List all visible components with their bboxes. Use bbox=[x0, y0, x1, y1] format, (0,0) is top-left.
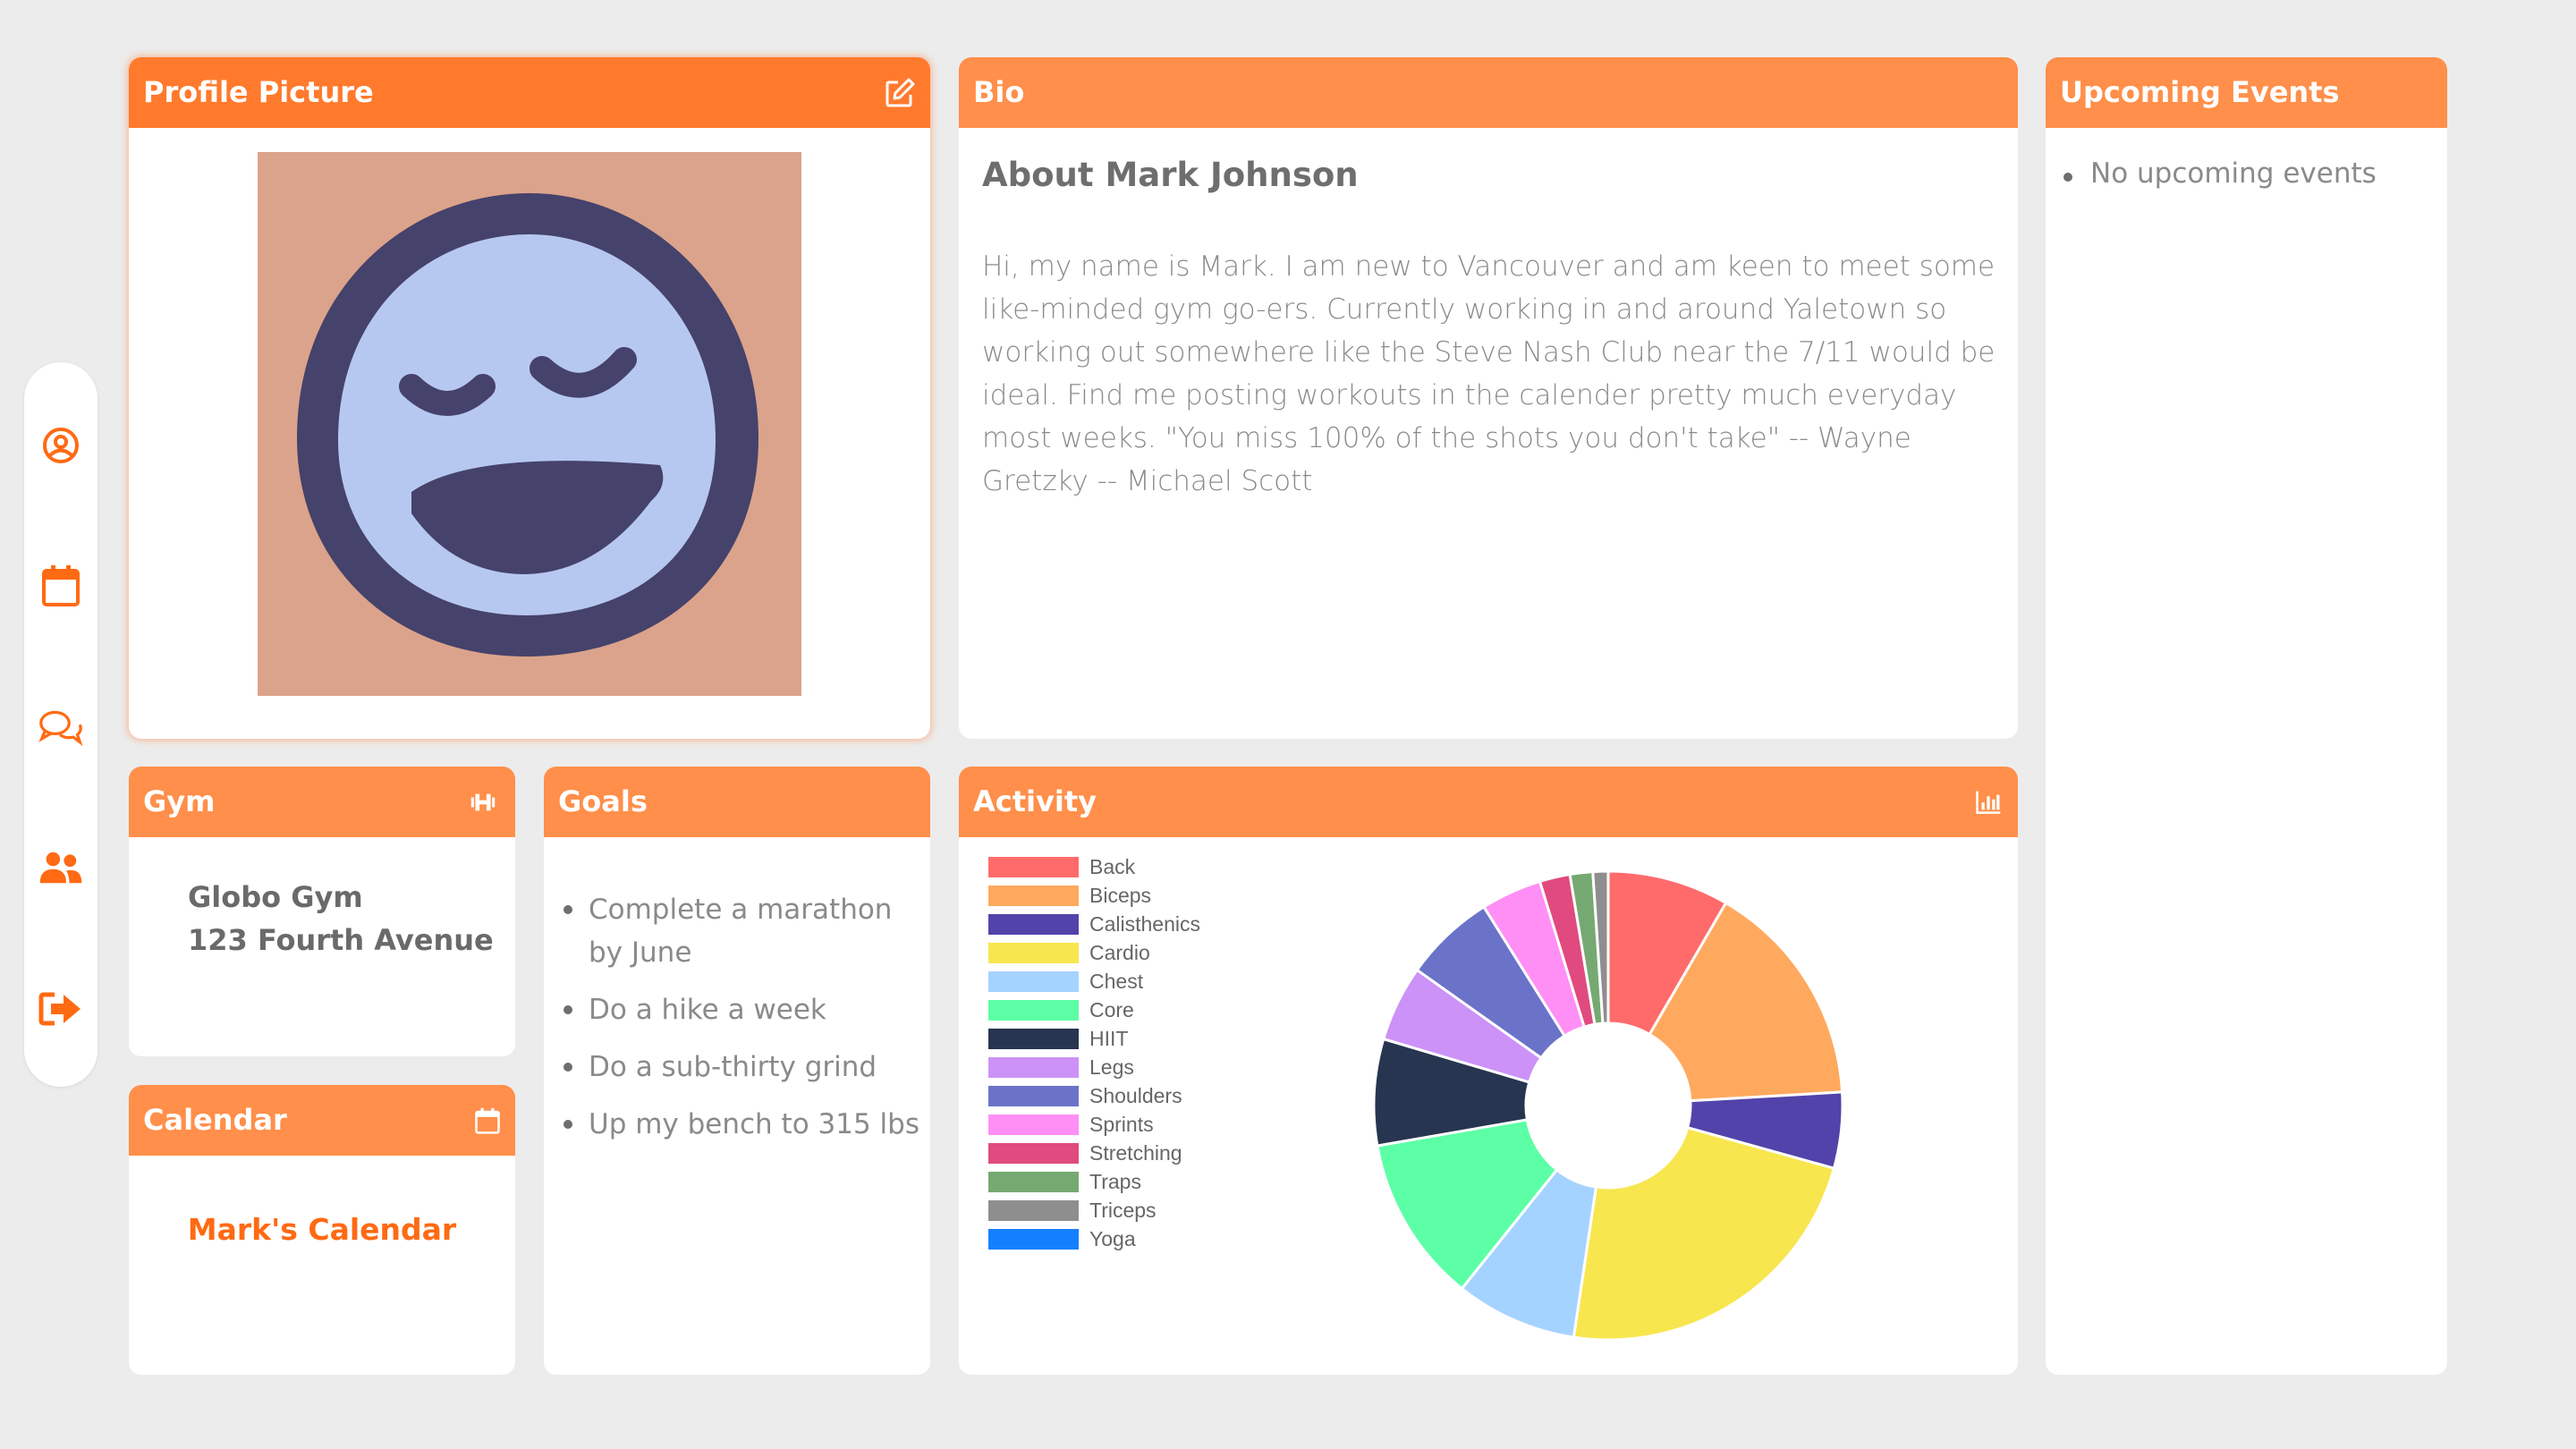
chat-bubbles-icon bbox=[38, 710, 83, 747]
sidebar-item-messages[interactable] bbox=[38, 705, 83, 750]
activity-card: Activity Back Biceps Calisthenics Cardio Che… bbox=[959, 767, 2018, 1375]
legend-label: Traps bbox=[1089, 1170, 1141, 1193]
legend-swatch[interactable] bbox=[988, 1143, 1079, 1164]
sidebar-item-calendar[interactable] bbox=[38, 564, 83, 608]
calendar-header: Calendar bbox=[129, 1085, 515, 1156]
legend-swatch[interactable] bbox=[988, 1000, 1079, 1021]
bar-chart-icon[interactable] bbox=[1973, 789, 2004, 816]
list-item: Do a hike a week bbox=[562, 988, 919, 1031]
bio-text: Hi, my name is Mark. I am new to Vancouv… bbox=[982, 250, 1996, 497]
list-item: Complete a marathon by June bbox=[562, 888, 919, 974]
legend-label: Calisthenics bbox=[1089, 912, 1200, 936]
edit-icon[interactable] bbox=[884, 77, 916, 109]
legend-label: Legs bbox=[1089, 1055, 1134, 1079]
sidebar-item-profile[interactable] bbox=[38, 423, 83, 468]
calendar-icon bbox=[42, 565, 80, 606]
activity-title: Activity bbox=[973, 784, 1097, 818]
profile-picture-header: Profile Picture bbox=[129, 57, 930, 128]
upcoming-events-header: Upcoming Events bbox=[2046, 57, 2447, 128]
calendar-icon bbox=[475, 1107, 500, 1134]
pie-slice-cardio[interactable] bbox=[1572, 1125, 1836, 1342]
legend-swatch[interactable] bbox=[988, 971, 1079, 992]
goals-header: Goals bbox=[544, 767, 930, 837]
dumbbell-icon bbox=[470, 793, 496, 811]
bio-header: Bio bbox=[959, 57, 2018, 128]
calendar-title: Calendar bbox=[143, 1103, 287, 1137]
legend-label: Cardio bbox=[1089, 941, 1150, 964]
gym-name: Globo Gym bbox=[188, 880, 363, 914]
legend-label: Core bbox=[1089, 998, 1134, 1021]
goals-list: Complete a marathon by June Do a hike a … bbox=[562, 888, 919, 1160]
goals-card: Goals Complete a marathon by June Do a h… bbox=[544, 767, 930, 1375]
upcoming-events-card: Upcoming Events No upcoming events bbox=[2046, 57, 2447, 1375]
goals-title: Goals bbox=[558, 784, 648, 818]
legend-swatch[interactable] bbox=[988, 943, 1079, 963]
bio-title: Bio bbox=[973, 75, 1025, 109]
legend-label: HIIT bbox=[1089, 1027, 1128, 1050]
legend-label: Stretching bbox=[1089, 1141, 1182, 1165]
laughing-face-avatar bbox=[297, 193, 758, 657]
sidebar-item-logout[interactable] bbox=[38, 987, 83, 1031]
list-item: No upcoming events bbox=[2063, 157, 2377, 190]
avatar bbox=[258, 152, 801, 696]
sidebar bbox=[24, 362, 97, 1087]
list-item: Up my bench to 315 lbs bbox=[562, 1103, 919, 1146]
legend-swatch[interactable] bbox=[988, 1172, 1079, 1192]
activity-header: Activity bbox=[959, 767, 2018, 837]
legend-label: Back bbox=[1089, 855, 1136, 878]
legend-swatch[interactable] bbox=[988, 1114, 1079, 1135]
legend-label: Biceps bbox=[1089, 884, 1151, 907]
legend-label: Chest bbox=[1089, 970, 1144, 993]
bio-card: Bio About Mark Johnson Hi, my name is Ma… bbox=[959, 57, 2018, 739]
user-circle-icon bbox=[43, 428, 79, 463]
legend-swatch[interactable] bbox=[988, 1057, 1079, 1078]
calendar-card: Calendar Mark's Calendar bbox=[129, 1085, 515, 1375]
profile-picture-title: Profile Picture bbox=[143, 75, 374, 109]
gym-title: Gym bbox=[143, 784, 216, 818]
upcoming-events-title: Upcoming Events bbox=[2060, 75, 2340, 109]
sidebar-item-friends[interactable] bbox=[38, 845, 83, 890]
bio-heading: About Mark Johnson bbox=[982, 156, 1359, 194]
legend-swatch[interactable] bbox=[988, 1200, 1079, 1221]
legend-swatch[interactable] bbox=[988, 857, 1079, 877]
legend-swatch[interactable] bbox=[988, 1229, 1079, 1250]
legend-label: Sprints bbox=[1089, 1113, 1154, 1136]
legend-swatch[interactable] bbox=[988, 886, 1079, 906]
users-icon bbox=[39, 852, 82, 884]
legend-swatch[interactable] bbox=[988, 1086, 1079, 1106]
list-item: Do a sub-thirty grind bbox=[562, 1046, 919, 1089]
events-list: No upcoming events bbox=[2063, 157, 2377, 190]
legend-label: Shoulders bbox=[1089, 1084, 1182, 1107]
legend-swatch[interactable] bbox=[988, 1029, 1079, 1049]
legend-swatch[interactable] bbox=[988, 914, 1079, 935]
activity-chart: Back Biceps Calisthenics Cardio Chest Core HII… bbox=[988, 855, 1844, 1342]
gym-card: Gym Globo Gym 123 Fourth Avenue bbox=[129, 767, 515, 1056]
gym-header: Gym bbox=[129, 767, 515, 837]
calendar-link[interactable]: Mark's Calendar bbox=[129, 1212, 515, 1247]
legend-label: Yoga bbox=[1089, 1227, 1136, 1250]
sign-out-icon bbox=[38, 992, 80, 1026]
gym-address: 123 Fourth Avenue bbox=[188, 923, 494, 957]
legend-label: Triceps bbox=[1089, 1199, 1157, 1222]
profile-picture-card: Profile Picture bbox=[129, 57, 930, 739]
